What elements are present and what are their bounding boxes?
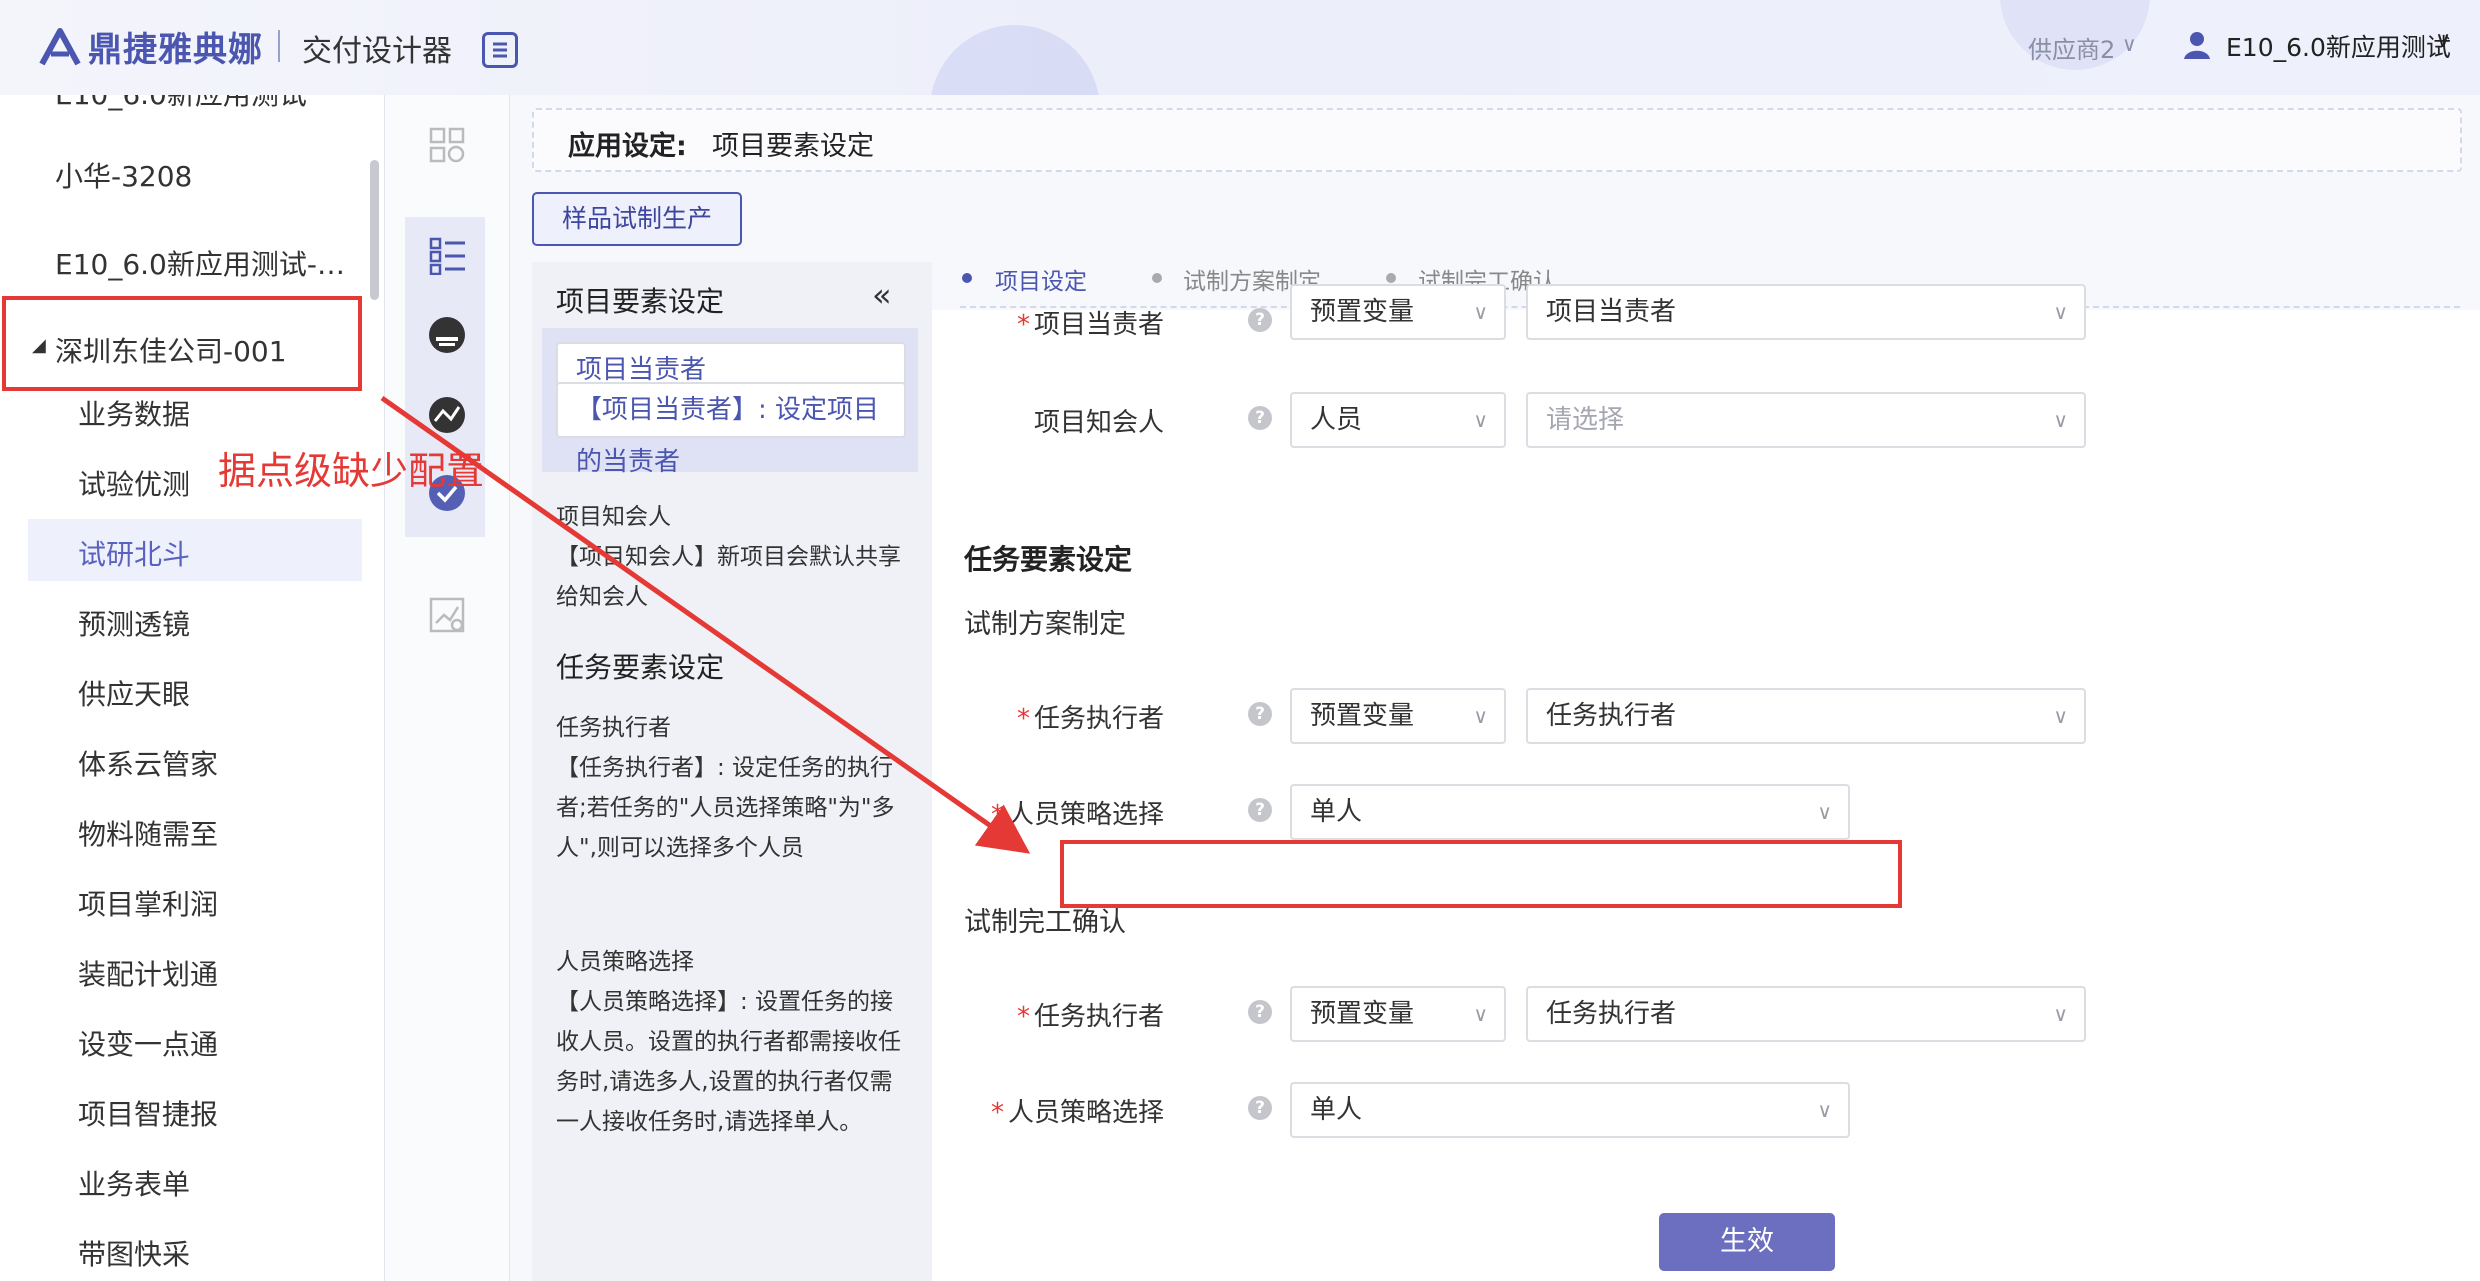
chevron-down-icon: ∨ xyxy=(1817,1098,1832,1122)
project-cc-type-select[interactable]: 人员 ∨ xyxy=(1290,392,1506,448)
user-icon[interactable] xyxy=(2182,30,2212,60)
field-label: * 项目当责者 xyxy=(1016,310,1164,340)
user-name[interactable]: E10_6.0新应用测试 xyxy=(2226,28,2451,64)
chevron-down-icon: ∨ xyxy=(2053,704,2068,728)
sidebar-item[interactable]: 设变一点通 xyxy=(78,1023,218,1063)
sidebar-item[interactable]: 试验优测 xyxy=(78,463,190,503)
help-icon[interactable]: ? xyxy=(1248,702,1272,726)
sidebar-item-active[interactable]: 试研北斗 xyxy=(78,533,190,573)
trend-icon[interactable] xyxy=(427,395,467,435)
list-icon xyxy=(493,42,507,58)
header-divider xyxy=(278,30,280,62)
finish-exec-value-select[interactable]: 任务执行者 ∨ xyxy=(1526,986,2086,1042)
sidebar-item[interactable]: 预测透镜 xyxy=(78,603,190,643)
tab-sample-production[interactable]: 样品试制生产 xyxy=(532,192,742,246)
sidebar-group-e10[interactable]: E10_6.0新应用测试-… xyxy=(55,243,345,283)
annotation-text: 据点级缺少配置 xyxy=(218,449,485,493)
settings-form: * 项目当责者 ? 预置变量 ∨ 项目当责者 ∨ 项目知会人 ? 人员 ∨ 请选择 ∨ 任… xyxy=(932,284,2480,1281)
help-section-title: 任务要素设定 xyxy=(556,651,725,684)
help-icon[interactable]: ? xyxy=(1248,798,1272,822)
step-dot xyxy=(1386,273,1396,283)
field-label: * 任务执行者 xyxy=(1016,704,1164,734)
sidebar-item[interactable]: 业务表单 xyxy=(78,1163,190,1203)
breadcrumb: 应用设定: 项目要素设定 xyxy=(532,108,2462,172)
project-cc-value-select[interactable]: 请选择 ∨ xyxy=(1526,392,2086,448)
sidebar-item[interactable]: 物料随需至 xyxy=(78,813,218,853)
finish-exec-type-select[interactable]: 预置变量 ∨ xyxy=(1290,986,1506,1042)
field-label: * 人员策略选择 xyxy=(990,800,1164,830)
help-item-title: 任务执行者 xyxy=(556,715,671,741)
step-dot-current xyxy=(962,273,972,283)
sidebar-item-partial[interactable]: E10_6.0新应用测试 xyxy=(55,95,307,113)
apps-icon[interactable] xyxy=(427,125,467,165)
logo-text: 鼎捷雅典娜 xyxy=(88,30,263,70)
help-item-title: 项目知会人 xyxy=(556,504,671,530)
annotation-highlight-box xyxy=(1060,840,1902,908)
help-panel: 项目要素设定 « 项目当责者 【项目当责者】: 设定项目的当责者 项目知会人 【… xyxy=(532,262,932,1281)
help-item-title: 人员策略选择 xyxy=(556,949,694,975)
breadcrumb-label: 应用设定: xyxy=(568,131,687,162)
field-label: * 任务执行者 xyxy=(1016,1002,1164,1032)
chevron-down-icon: ∨ xyxy=(1473,1002,1488,1026)
plan-exec-type-select[interactable]: 预置变量 ∨ xyxy=(1290,688,1506,744)
subsection-title: 试制方案制定 xyxy=(964,609,1126,640)
annotation-highlight-box xyxy=(2,296,362,391)
sidebar-item[interactable]: 装配计划通 xyxy=(78,953,218,993)
help-item-desc: 【项目当责者】: 设定项目的当责者 xyxy=(556,382,906,477)
sidebar-item[interactable]: 体系云管家 xyxy=(78,743,218,783)
help-icon[interactable]: ? xyxy=(1248,1096,1272,1120)
help-icon[interactable]: ? xyxy=(1248,406,1272,430)
sidebar-item[interactable]: 供应天眼 xyxy=(78,673,190,713)
breadcrumb-value: 项目要素设定 xyxy=(712,131,874,162)
sidebar: E10_6.0新应用测试 小华-3208 E10_6.0新应用测试-… ◢ 深圳… xyxy=(0,95,385,1281)
logo-icon xyxy=(39,28,81,66)
sidebar-item[interactable]: 项目智捷报 xyxy=(78,1093,218,1133)
help-item-desc: 【人员策略选择】: 设置任务的接收人员。设置的执行者都需接收任务时,请选多人,设… xyxy=(556,989,901,1135)
sidebar-item[interactable]: 业务数据 xyxy=(78,393,190,433)
gauge-icon[interactable] xyxy=(427,315,467,355)
step-project-settings[interactable]: 项目设定 xyxy=(995,262,1087,296)
section-title: 任务要素设定 xyxy=(964,543,1133,576)
field-label: * 人员策略选择 xyxy=(990,1098,1164,1128)
chart-settings-icon[interactable] xyxy=(427,595,467,635)
chevron-down-icon: ∨ xyxy=(2053,408,2068,432)
icon-rail xyxy=(385,95,510,1281)
chevron-down-icon: ∨ xyxy=(2053,300,2068,324)
chevron-down-icon[interactable]: ∨ xyxy=(2122,32,2137,56)
chevron-down-icon: ∨ xyxy=(1473,408,1488,432)
chevron-down-icon: ∨ xyxy=(2053,1002,2068,1026)
chevron-down-icon: ∨ xyxy=(1473,300,1488,324)
header-decoration xyxy=(930,25,1100,95)
step-dot xyxy=(1152,273,1162,283)
sidebar-item[interactable]: 项目掌利润 xyxy=(78,883,218,923)
sidebar-scrollbar[interactable] xyxy=(370,160,379,300)
help-item-desc: 【项目知会人】新项目会默认共享给知会人 xyxy=(556,544,901,610)
field-label: 项目知会人 xyxy=(1033,408,1164,438)
sidebar-item[interactable]: 带图快采 xyxy=(78,1233,190,1273)
project-owner-value-select[interactable]: 项目当责者 ∨ xyxy=(1526,284,2086,340)
chevron-down-icon: ∨ xyxy=(1473,704,1488,728)
project-owner-type-select[interactable]: 预置变量 ∨ xyxy=(1290,284,1506,340)
checklist-icon[interactable] xyxy=(427,235,467,275)
help-item-desc: 【任务执行者】: 设定任务的执行者;若任务的"人员选择策略"为"多人",则可以选… xyxy=(556,755,895,861)
collapse-icon[interactable]: « xyxy=(872,276,892,314)
top-header: 鼎捷雅典娜 交付设计器 供应商2 ∨ E10_6.0新应用测试 ∨ xyxy=(0,0,2480,95)
help-icon[interactable]: ? xyxy=(1248,1000,1272,1024)
finish-policy-select[interactable]: 单人 ∨ xyxy=(1290,1082,1850,1138)
chevron-down-icon[interactable]: ∨ xyxy=(2435,28,2451,53)
apply-button[interactable]: 生效 xyxy=(1659,1213,1835,1271)
plan-policy-select[interactable]: 单人 ∨ xyxy=(1290,784,1850,840)
vendor-selector[interactable]: 供应商2 xyxy=(2028,30,2115,65)
sidebar-group-xiaohua[interactable]: 小华-3208 xyxy=(55,155,192,195)
chevron-down-icon: ∨ xyxy=(1817,800,1832,824)
help-icon[interactable]: ? xyxy=(1248,308,1272,332)
help-title: 项目要素设定 xyxy=(556,285,725,318)
app-title: 交付设计器 xyxy=(302,34,452,69)
app-menu-icon[interactable] xyxy=(482,32,518,68)
plan-exec-value-select[interactable]: 任务执行者 ∨ xyxy=(1526,688,2086,744)
